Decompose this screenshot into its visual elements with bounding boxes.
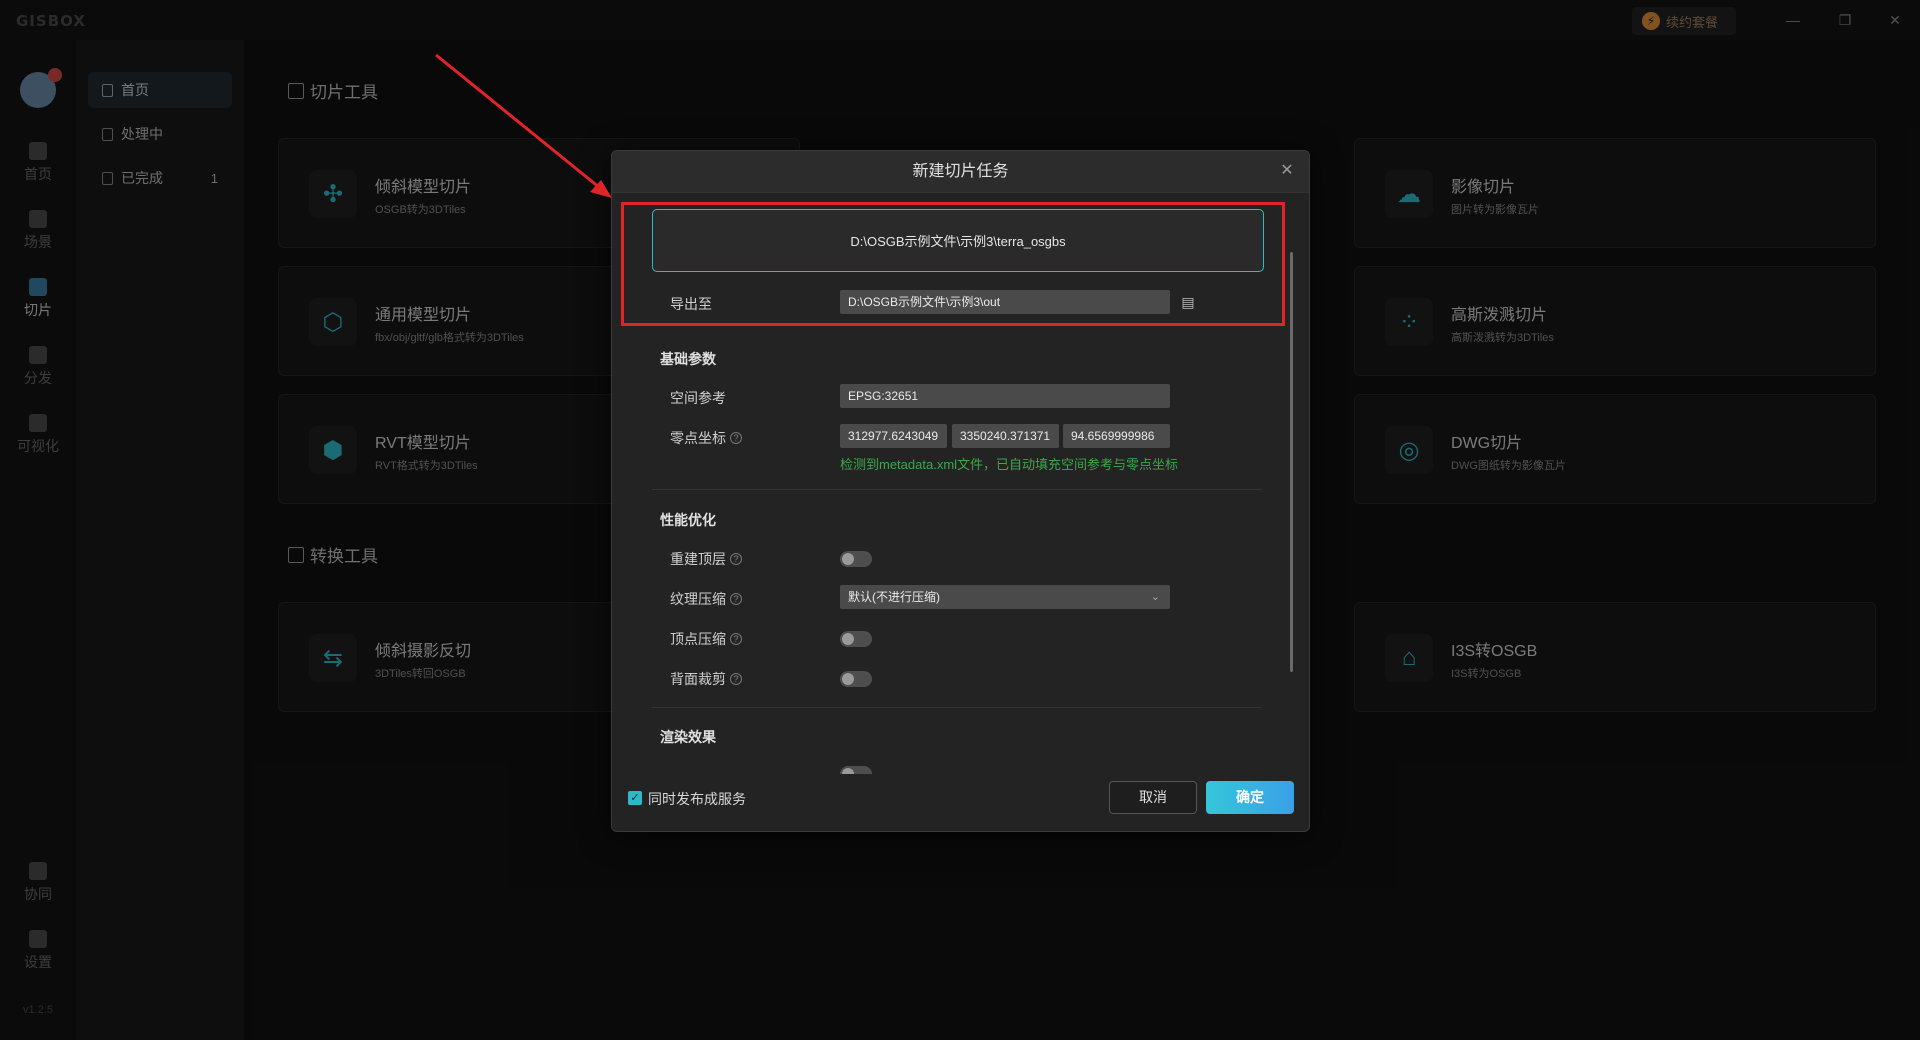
rebuild-top-label: 重建顶层 ? [670, 549, 742, 569]
chevron-down-icon: ⌄ [1150, 591, 1160, 603]
origin-x-input[interactable]: 312977.6243049 [840, 424, 947, 448]
help-icon[interactable]: ? [730, 432, 742, 444]
export-label-text: 导出至 [670, 296, 712, 312]
render-group-title: 渲染效果 [660, 729, 716, 745]
texture-compression-select[interactable]: 默认(不进行压缩) ⌄ [840, 585, 1170, 609]
help-icon[interactable]: ? [730, 553, 742, 565]
publish-service-label[interactable]: 同时发布成服务 [648, 789, 746, 809]
rebuild-top-label-text: 重建顶层 [670, 551, 726, 567]
dialog-title: 新建切片任务 [612, 151, 1309, 193]
backface-label-text: 背面裁剪 [670, 671, 726, 687]
ok-button[interactable]: 确定 [1206, 781, 1294, 814]
perf-group-title: 性能优化 [660, 512, 716, 528]
backface-culling-toggle[interactable] [840, 671, 872, 687]
metadata-hint: 检测到metadata.xml文件，已自动填充空间参考与零点坐标 [840, 457, 1179, 472]
rebuild-top-toggle[interactable] [840, 551, 872, 567]
origin-z-input[interactable]: 94.6569999986 [1063, 424, 1170, 448]
origin-label-text: 零点坐标 [670, 430, 726, 446]
vertex-label: 顶点压缩 ? [670, 629, 742, 649]
export-label: 导出至 [670, 294, 712, 314]
backface-label: 背面裁剪 ? [670, 669, 742, 689]
srs-label: 空间参考 [670, 388, 726, 408]
cancel-button[interactable]: 取消 [1109, 781, 1197, 814]
help-icon[interactable]: ? [730, 593, 742, 605]
divider [652, 489, 1262, 490]
basic-params-title: 基础参数 [660, 351, 716, 367]
srs-label-text: 空间参考 [670, 390, 726, 406]
close-icon[interactable]: ✕ [1277, 161, 1297, 181]
publish-service-checkbox[interactable]: ✓ [628, 791, 642, 805]
help-icon[interactable]: ? [730, 633, 742, 645]
origin-y-input[interactable]: 3350240.371371 [952, 424, 1059, 448]
texture-compression-value: 默认(不进行压缩) [848, 590, 940, 604]
export-path-input[interactable]: D:\OSGB示例文件\示例3\out [840, 290, 1170, 314]
texture-label-text: 纹理压缩 [670, 591, 726, 607]
divider [652, 707, 1262, 708]
folder-icon[interactable]: ▤ [1177, 291, 1199, 313]
origin-label: 零点坐标 ? [670, 428, 742, 448]
vertex-label-text: 顶点压缩 [670, 631, 726, 647]
dialog-body: D:\OSGB示例文件\示例3\terra_osgbs 导出至 D:\OSGB示… [612, 194, 1309, 774]
vertex-compression-toggle[interactable] [840, 631, 872, 647]
new-slice-task-dialog: 新建切片任务 ✕ D:\OSGB示例文件\示例3\terra_osgbs 导出至… [611, 150, 1310, 832]
dialog-footer: ✓ 同时发布成服务 取消 确定 [612, 773, 1309, 831]
help-icon[interactable]: ? [730, 673, 742, 685]
srs-input[interactable]: EPSG:32651 [840, 384, 1170, 408]
dialog-scrollbar[interactable] [1290, 252, 1293, 672]
texture-label: 纹理压缩 ? [670, 589, 742, 609]
